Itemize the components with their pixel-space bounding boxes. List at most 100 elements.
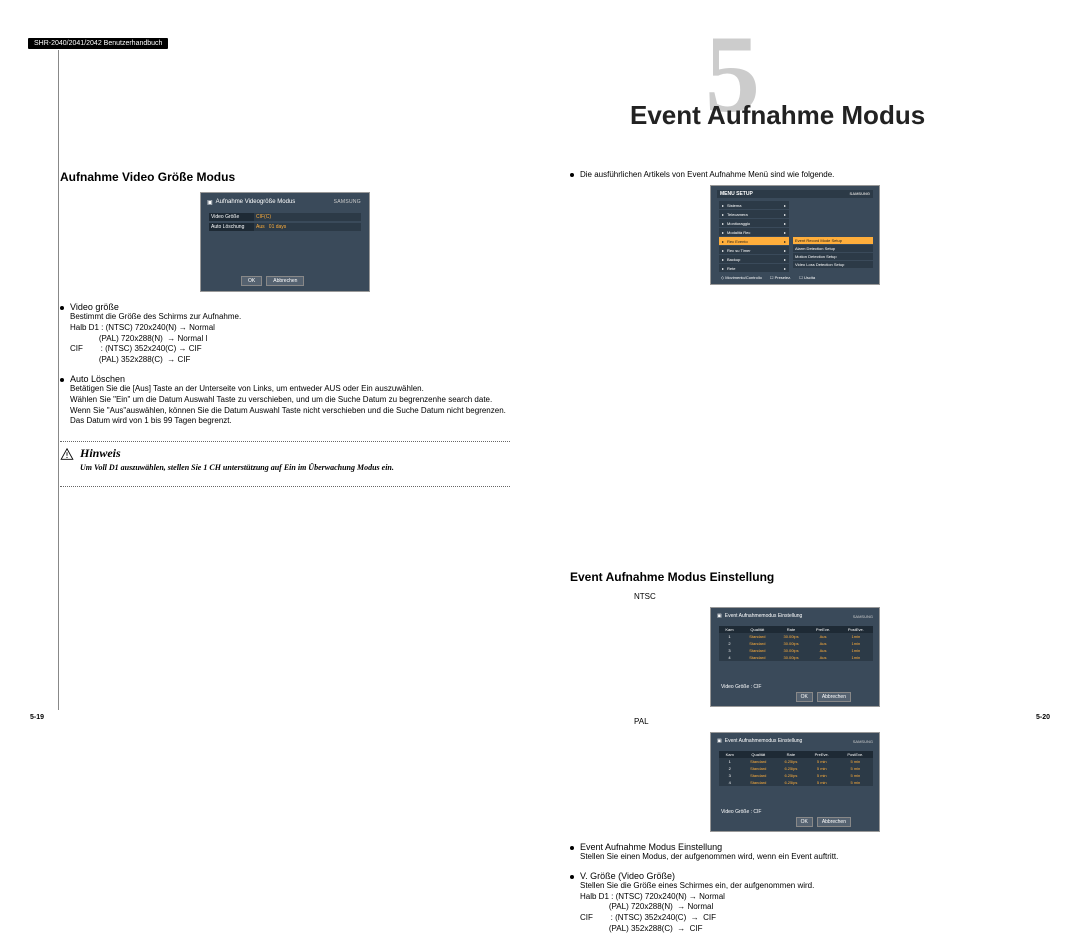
table-cell: Standard — [741, 772, 777, 779]
table-row: 3Standard6.25ips5 min5 min — [719, 772, 873, 779]
menu-title: MENU SETUP — [720, 191, 753, 197]
table-cell: 1 — [719, 758, 741, 765]
bullet-dot — [570, 875, 574, 879]
table-header: PostEve. — [838, 751, 873, 758]
bullet-dot — [570, 173, 574, 177]
screenshot-ntsc-table: ▣Event Aufnahmemodus EinstellungSAMSUNG … — [710, 607, 880, 707]
submenu-item[interactable]: Alarm Detection Setup — [793, 245, 873, 252]
menu-item-icon: ▸ — [722, 203, 724, 208]
table-row: 1Standard6.25ips5 min5 min — [719, 758, 873, 765]
table-cell: Aus — [807, 640, 838, 647]
menu-item[interactable]: ▸ Sistema ▸ — [719, 201, 789, 209]
row-value[interactable]: Aus 01 days — [254, 223, 361, 231]
note-title: Hinweis — [80, 446, 121, 461]
table-cell: 4 — [719, 779, 741, 786]
row-label: Auto Löschung — [209, 223, 254, 231]
cancel-button[interactable]: Abbrechen — [266, 276, 304, 286]
panel-title: Event Aufnahmemodus Einstellung — [725, 613, 803, 619]
ok-button[interactable]: OK — [796, 692, 813, 702]
menu-item-icon: ▸ — [722, 248, 724, 253]
brand-label: SAMSUNG — [853, 614, 873, 619]
bullet-line: Das Datum wird von 1 bis 99 Tagen begren… — [70, 416, 510, 427]
bullet-line: (PAL) 352x288(C) → CIF — [580, 924, 1020, 935]
table-row: 2Standard6.25ips5 min5 min — [719, 765, 873, 772]
settings-table: KamQualitätRatePreEve.PostEve.1Standard6… — [719, 751, 873, 786]
cancel-button[interactable]: Abbrechen — [817, 692, 851, 702]
right-page: 5 Event Aufnahme Modus Die ausführlichen… — [540, 0, 1080, 739]
section-title-left: Aufnahme Video Größe Modus — [60, 170, 510, 184]
table-cell: 1min — [839, 647, 873, 654]
table-cell: 3 — [719, 647, 740, 654]
manual-header: SHR-2040/2041/2042 Benutzerhandbuch — [28, 38, 168, 49]
screenshot-video-size-mode: ▣ Aufnahme Videogröße Modus SAMSUNG Vide… — [200, 192, 370, 292]
submenu-item[interactable]: Event Record Mode Setup — [793, 237, 873, 244]
brand-label: SAMSUNG — [850, 191, 870, 197]
table-header: Rate — [775, 626, 808, 633]
foot-hint: ☐ Preselez. — [770, 275, 791, 280]
table-cell: 2 — [719, 640, 740, 647]
bullet-line: (PAL) 352x288(C) → CIF — [70, 355, 510, 366]
table-header: Kam — [719, 751, 741, 758]
bullet-dot — [60, 378, 64, 382]
menu-item-icon: ▸ — [722, 257, 724, 262]
menu-item[interactable]: ▸ Backup ▸ — [719, 255, 789, 263]
menu-item[interactable]: ▸ Rete ▸ — [719, 264, 789, 272]
menu-item[interactable]: ▸ Telecamera ▸ — [719, 210, 789, 218]
page-number: 5-20 — [1036, 714, 1050, 721]
submenu-item[interactable]: Video Loss Detection Setup — [793, 261, 873, 268]
table-cell: 1 — [719, 633, 740, 640]
bullet-title: Auto Löschen — [70, 374, 125, 384]
table-row: 3Standard30.00ipsAus1min — [719, 647, 873, 654]
note-body: Um Voll D1 auszuwählen, stellen Sie 1 CH… — [80, 463, 510, 472]
cancel-button[interactable]: Abbrechen — [817, 817, 851, 827]
table-cell: 5 min — [806, 758, 838, 765]
table-cell: 3 — [719, 772, 741, 779]
table-cell: 30.00ips — [775, 640, 808, 647]
page-number: 5-19 — [30, 714, 44, 721]
screenshot-pal-table: ▣Event Aufnahmemodus EinstellungSAMSUNG … — [710, 732, 880, 832]
table-cell: Standard — [740, 633, 775, 640]
row-value[interactable]: CIF(C) — [254, 213, 361, 221]
table-cell: 1min — [839, 633, 873, 640]
table-row: 2Standard30.00ipsAus1min — [719, 640, 873, 647]
table-cell: Standard — [741, 758, 777, 765]
table-cell: 5 min — [806, 779, 838, 786]
submenu-item[interactable]: Motion Detection Setup — [793, 253, 873, 260]
table-cell: Standard — [741, 779, 777, 786]
foot-hint: ◇ Movimento/Controllo — [721, 275, 762, 280]
bullet-line: CIF : (NTSC) 352x240(C) → CIF — [70, 344, 510, 355]
ok-button[interactable]: OK — [241, 276, 262, 286]
ok-button[interactable]: OK — [796, 817, 813, 827]
bullet-line: Betätigen Sie die [Aus] Taste an der Unt… — [70, 384, 510, 395]
table-cell: 1min — [839, 640, 873, 647]
menu-item[interactable]: ▸ Rec Evento ▸ — [719, 237, 789, 245]
table-cell: 5 min — [806, 772, 838, 779]
menu-item-icon: ▸ — [722, 230, 724, 235]
table-cell: Aus — [807, 647, 838, 654]
settings-table: KamQualitätRatePreEve.PostEve.1Standard3… — [719, 626, 873, 661]
table-row: 4Standard30.00ipsAus1min — [719, 654, 873, 661]
intro-text: Die ausführlichen Artikels von Event Auf… — [580, 170, 834, 179]
foot-hint: ☐ Uscita — [799, 275, 815, 280]
bullet-title: Video größe — [70, 302, 119, 312]
menu-item[interactable]: ▸ Modalità Rec ▸ — [719, 228, 789, 236]
dotted-separator — [60, 441, 510, 442]
menu-item[interactable]: ▸ Rec su Timer ▸ — [719, 246, 789, 254]
table-cell: Standard — [740, 640, 775, 647]
menu-item[interactable]: ▸ Monitoraggio ▸ — [719, 219, 789, 227]
table-header: PostEve. — [839, 626, 873, 633]
table-header: PreEve. — [807, 626, 838, 633]
menu-item-icon: ▸ — [722, 221, 724, 226]
warning-icon — [60, 447, 74, 461]
table-cell: Standard — [741, 765, 777, 772]
table-row: 1Standard30.00ipsAus1min — [719, 633, 873, 640]
bullet-title: V. Größe (Video Größe) — [580, 871, 675, 881]
table-cell: 5 min — [838, 779, 873, 786]
bullet-line: Wählen Sie "Ein" um die Datum Auswahl Ta… — [70, 395, 510, 406]
panel-title: Aufnahme Videogröße Modus — [216, 199, 296, 205]
row-label: Video Größe — [209, 213, 254, 221]
chapter-title: Event Aufnahme Modus — [630, 100, 925, 131]
left-page: SHR-2040/2041/2042 Benutzerhandbuch Aufn… — [0, 0, 540, 739]
table-cell: Aus — [807, 654, 838, 661]
menu-item-icon: ▸ — [722, 266, 724, 271]
